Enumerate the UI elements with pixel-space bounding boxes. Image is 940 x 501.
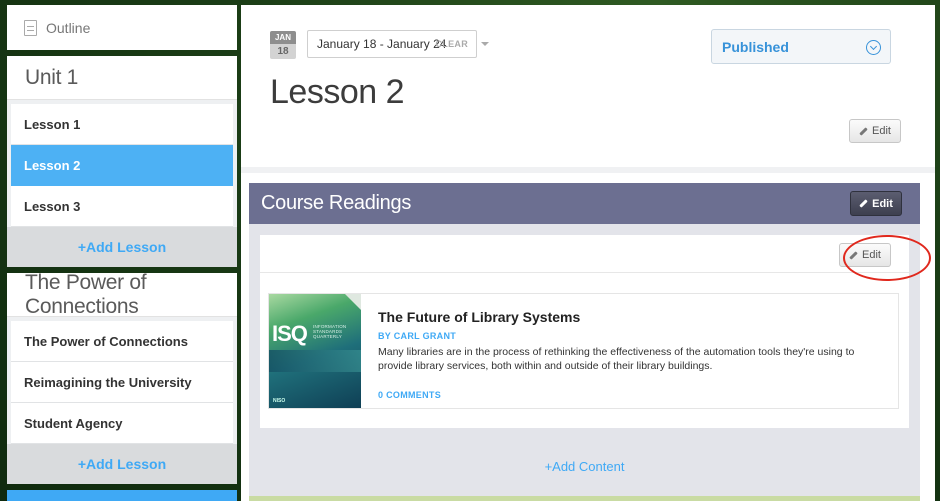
caret-down-icon[interactable] — [481, 42, 489, 46]
reading-details: The Future of Library Systems BY CARL GR… — [361, 294, 898, 408]
sidebar-item-lesson-1[interactable]: Lesson 1 — [11, 104, 233, 145]
lesson-list: Lesson 1 Lesson 2 Lesson 3 +Add Lesson — [7, 100, 237, 267]
add-lesson-button[interactable]: +Add Lesson — [7, 227, 237, 267]
journal-cover-image[interactable]: ISQ INFORMATION STANDARDS QUARTERLY NISO — [269, 294, 361, 408]
section-header: Course Readings — [249, 183, 920, 224]
content-card: Edit ISQ INFORMATION STANDARDS QUARTERLY… — [260, 235, 931, 428]
pencil-icon — [849, 250, 858, 260]
next-section-strip — [249, 496, 920, 501]
card-toolbar: Edit — [260, 235, 909, 273]
publish-status-select[interactable]: Published — [711, 29, 891, 64]
unit-1-section: Unit 1 Lesson 1 Lesson 2 Lesson 3 +Add L… — [7, 56, 237, 267]
edit-content-button[interactable]: Edit — [839, 243, 891, 267]
edit-section-button[interactable]: Edit — [850, 191, 902, 216]
sidebar-item-the-power-of-connections[interactable]: The Power of Connections — [11, 321, 233, 362]
sidebar-item-reimagining-the-university[interactable]: Reimagining the University — [11, 362, 233, 403]
edit-label: Edit — [872, 197, 893, 210]
lesson-list: The Power of Connections Reimagining the… — [7, 317, 237, 484]
date-month: JAN — [270, 31, 296, 44]
sidebar-item-student-agency[interactable]: Student Agency — [11, 403, 233, 444]
outline-label: Outline — [46, 19, 91, 36]
comments-link[interactable]: 0 COMMENTS — [378, 390, 881, 400]
cover-band — [269, 350, 361, 372]
edit-label: Edit — [862, 249, 881, 261]
sidebar-item-lesson-3[interactable]: Lesson 3 — [11, 186, 233, 227]
reading-author: BY CARL GRANT — [378, 331, 457, 341]
unit-2-section: The Power of Connections The Power of Co… — [7, 271, 237, 484]
publisher-logo: NISO — [273, 398, 286, 404]
cover-title: ISQ — [272, 321, 308, 346]
outline-icon — [24, 19, 37, 36]
pencil-icon — [859, 126, 868, 136]
date-day: 18 — [270, 44, 296, 59]
unit-title: Unit 1 — [7, 56, 237, 100]
lesson-panel: JAN 18 January 18 - January 24 CLEAR Pub… — [241, 5, 935, 501]
date-range-field[interactable]: January 18 - January 24 CLEAR — [307, 30, 477, 58]
section-title: Course Readings — [261, 192, 412, 214]
pencil-icon — [859, 199, 868, 208]
clear-date-button[interactable]: CLEAR — [436, 39, 469, 49]
next-unit-strip — [7, 490, 237, 501]
cover-subtitle: INFORMATION STANDARDS QUARTERLY — [313, 324, 347, 339]
status-value: Published — [722, 38, 789, 55]
chevron-down-icon — [866, 40, 881, 55]
reading-item[interactable]: ISQ INFORMATION STANDARDS QUARTERLY NISO… — [268, 293, 899, 409]
edit-label: Edit — [872, 125, 891, 137]
reading-description: Many libraries are in the process of ret… — [378, 346, 855, 372]
divider — [241, 167, 935, 173]
calendar-icon: JAN 18 — [270, 31, 296, 59]
reading-title[interactable]: The Future of Library Systems — [378, 309, 881, 325]
add-content-button[interactable]: +Add Content — [249, 459, 920, 474]
page-title: Lesson 2 — [270, 73, 405, 111]
add-lesson-button[interactable]: +Add Lesson — [7, 444, 237, 484]
page-curl — [345, 294, 361, 310]
edit-lesson-button[interactable]: Edit — [849, 119, 901, 143]
outline-button[interactable]: Outline — [7, 5, 237, 50]
unit-title: The Power of Connections — [7, 271, 237, 318]
date-range-value: January 18 - January 24 — [317, 37, 447, 51]
course-readings-section: Course Readings Edit Edit ISQ INFORMATIO… — [249, 183, 931, 501]
sidebar-item-lesson-2[interactable]: Lesson 2 — [11, 145, 233, 186]
